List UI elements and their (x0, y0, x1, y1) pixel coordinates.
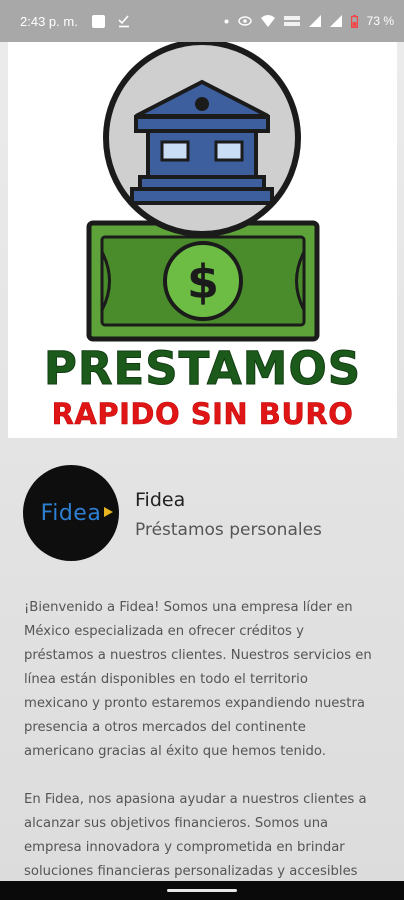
banner-subtitle: RAPIDO SIN BURO (51, 397, 354, 432)
logo-text: Fidea (40, 500, 102, 526)
app-description: ¡Bienvenido a Fidea! Somos una empresa l… (24, 596, 376, 900)
notification-square-icon (91, 14, 105, 28)
svg-text:$: $ (187, 255, 219, 309)
battery-icon (350, 14, 358, 28)
app-name: Fidea (135, 489, 186, 511)
promo-banner: $ PRESTAMOS RAPIDO SIN BURO (8, 42, 397, 438)
dollar-bill-icon: $ (86, 220, 320, 342)
description-paragraph: En Fidea, nos apasiona ayudar a nuestros… (24, 792, 367, 879)
battery-percent: 73 % (366, 14, 394, 28)
description-paragraph: ¡Bienvenido a Fidea! Somos una empresa l… (24, 600, 372, 759)
signal-icon (308, 15, 321, 27)
logo-arrow-icon (104, 507, 113, 517)
home-gesture-handle[interactable] (167, 889, 237, 892)
app-category: Préstamos personales (135, 520, 322, 540)
bank-icon (103, 42, 301, 237)
app-header: Fidea Fidea Préstamos personales (23, 465, 383, 561)
status-bar: 2:43 p. m. 73 % (0, 0, 404, 42)
banner-illustration: $ (86, 42, 320, 342)
dot-icon (224, 19, 229, 23)
status-time: 2:43 p. m. (20, 13, 78, 29)
download-check-icon (118, 15, 129, 28)
signal-icon-2 (329, 15, 342, 27)
banner-title: PRESTAMOS (43, 342, 362, 396)
volte-icon (283, 16, 300, 26)
wifi-icon (260, 15, 275, 27)
eye-icon (237, 16, 252, 26)
navigation-bar (0, 881, 404, 900)
